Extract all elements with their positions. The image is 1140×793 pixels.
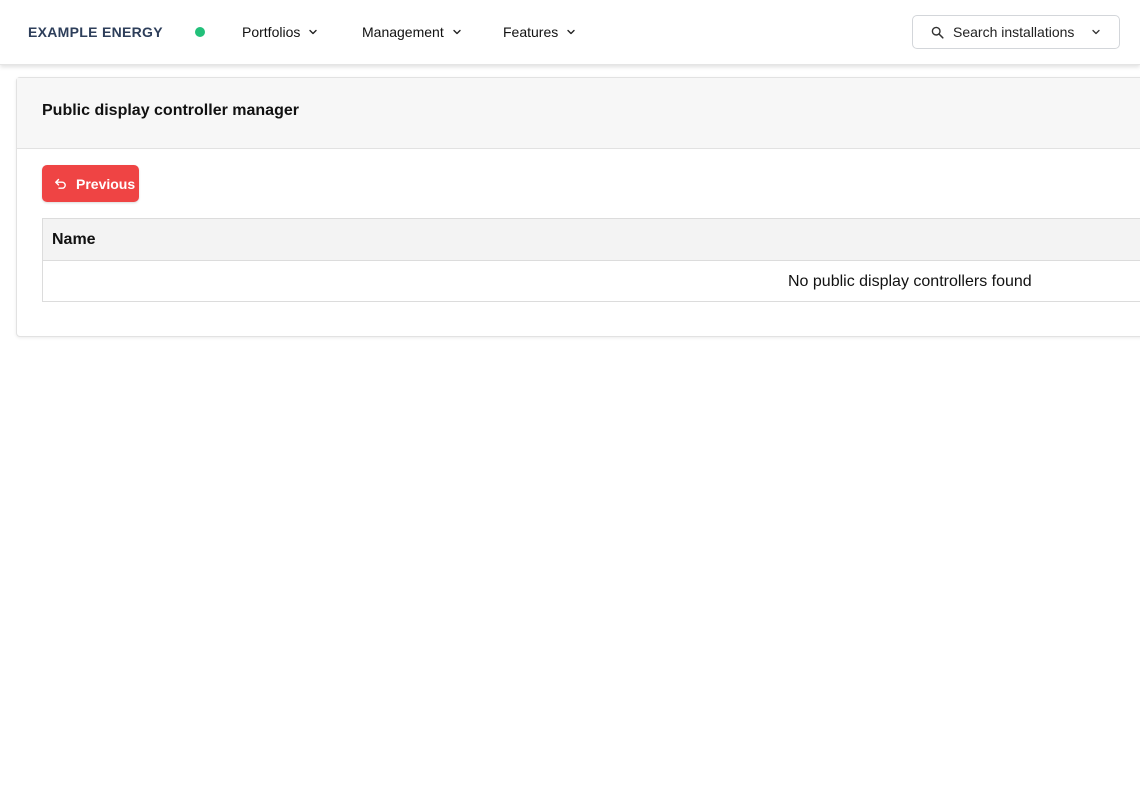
chevron-down-icon — [309, 29, 318, 35]
search-installations-dropdown[interactable]: Search installations — [912, 15, 1120, 49]
chevron-down-icon — [567, 29, 575, 35]
card-header: Public display controller manager — [17, 78, 1140, 149]
search-icon — [931, 26, 944, 39]
controller-manager-card: Public display controller manager Previo… — [16, 77, 1140, 337]
top-navbar: EXAMPLE ENERGY Portfolios Management Fea… — [0, 0, 1140, 65]
search-label: Search installations — [953, 24, 1075, 40]
controllers-table: Name No public display controllers found — [42, 218, 1140, 302]
table-row: No public display controllers found — [43, 261, 1140, 302]
column-header-name[interactable]: Name — [52, 231, 96, 249]
previous-button-label: Previous — [76, 175, 136, 192]
nav-item-label: Features — [503, 24, 559, 40]
chevron-down-icon — [1092, 29, 1101, 35]
empty-state-message: No public display controllers found — [788, 273, 1032, 290]
nav-item-label: Management — [362, 24, 444, 40]
brand-logo[interactable]: EXAMPLE ENERGY — [28, 24, 163, 40]
nav-features-menu[interactable]: Features — [503, 22, 576, 42]
undo-arrow-icon — [55, 178, 66, 189]
nav-portfolios-menu[interactable]: Portfolios — [242, 22, 318, 42]
chevron-down-icon — [453, 29, 461, 35]
status-indicator — [195, 27, 205, 37]
previous-button[interactable]: Previous — [42, 165, 139, 202]
page-title: Public display controller manager — [42, 102, 299, 119]
nav-item-label: Portfolios — [242, 24, 301, 40]
table-header: Name — [43, 219, 1140, 261]
nav-management-menu[interactable]: Management — [362, 22, 462, 42]
